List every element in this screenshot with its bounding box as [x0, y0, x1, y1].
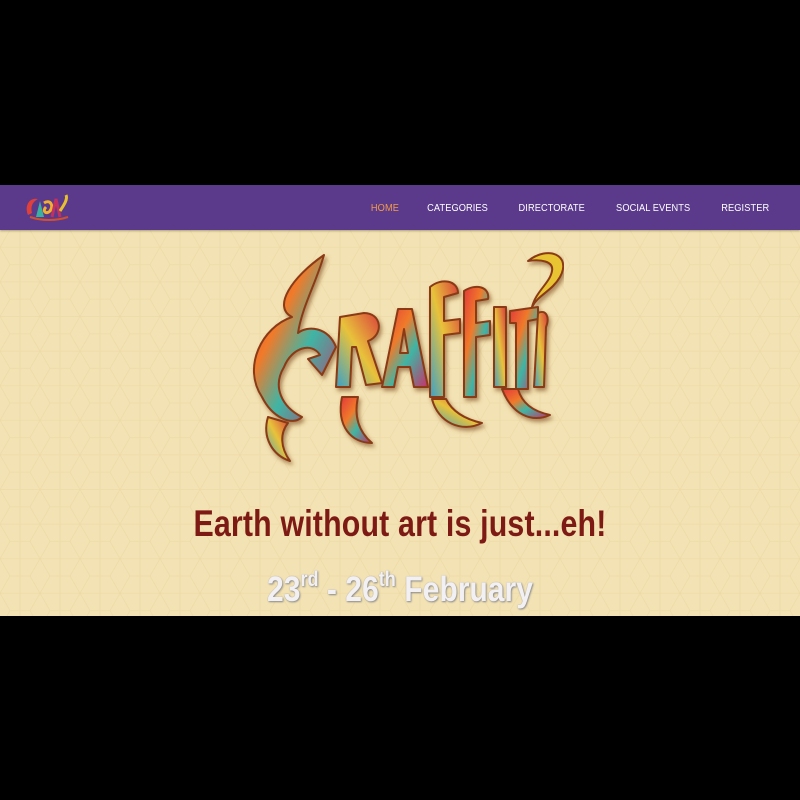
nav-register[interactable]: REGISTER	[721, 202, 769, 214]
month: February	[395, 570, 534, 609]
end-day: 26	[345, 570, 379, 609]
tagline: Earth without art is just...eh!	[193, 503, 607, 544]
nav-categories[interactable]: CATEGORIES	[427, 202, 488, 214]
start-day: 23	[266, 570, 301, 609]
graffiti-hero-logo	[252, 252, 564, 462]
nav-home[interactable]: HOME	[371, 202, 399, 214]
nav-menu: HOME CATEGORIES DIRECTORATE SOCIAL EVENT…	[369, 185, 772, 230]
date-separator: -	[318, 570, 346, 609]
event-dates: 23rd - 26th February	[56, 568, 744, 610]
nav-directorate[interactable]: DIRECTORATE	[518, 202, 584, 214]
graffiti-logo-icon[interactable]	[22, 191, 72, 225]
navbar: HOME CATEGORIES DIRECTORATE SOCIAL EVENT…	[0, 185, 800, 230]
end-suffix: th	[378, 568, 396, 591]
website-screen: HOME CATEGORIES DIRECTORATE SOCIAL EVENT…	[0, 185, 800, 616]
nav-social-events[interactable]: SOCIAL EVENTS	[616, 202, 690, 214]
start-suffix: rd	[300, 568, 319, 591]
